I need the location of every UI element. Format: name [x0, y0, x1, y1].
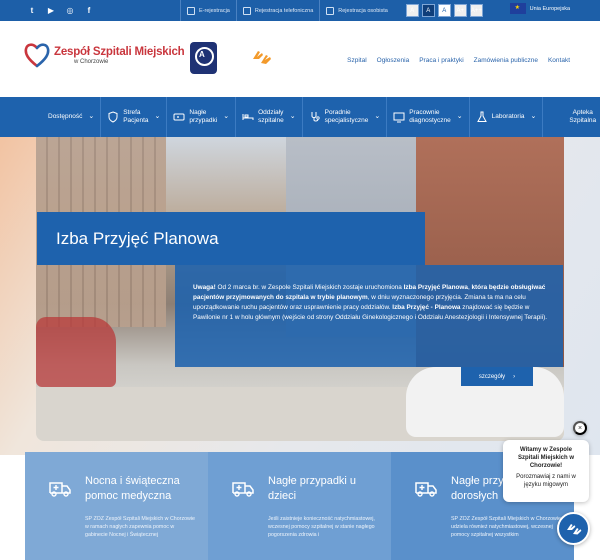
- menu-apteka[interactable]: Apteka Szpitalna: [542, 97, 600, 137]
- contrast-default-button[interactable]: A: [405, 4, 419, 17]
- hero-text: Uwaga! Od 2 marca br. w Zespole Szpitali…: [193, 283, 553, 323]
- card-title: Nagłe przypadki u dzieci: [268, 475, 357, 502]
- menu-nagle-przypadki[interactable]: Nagłe przypadki ⌄: [166, 97, 235, 137]
- header: Zespół Szpitali Miejskich w Chorzowie A …: [0, 21, 600, 97]
- chevron-down-icon: ⌄: [530, 113, 537, 121]
- site-logo[interactable]: Zespół Szpitali Miejskich w Chorzowie: [24, 41, 185, 69]
- eu-label: Unia Europejska: [529, 5, 570, 12]
- sign-language-icon: [566, 523, 581, 534]
- top-bar: t ▶ ◎ f E-rejestracja Rejestracja telefo…: [0, 0, 600, 21]
- personal-registration-label: Rejestracja osobista: [338, 7, 388, 14]
- e-registration-label: E-rejestracja: [199, 7, 230, 14]
- shield-icon: [108, 111, 118, 123]
- menu-oddzialy[interactable]: Oddziały szpitalne ⌄: [235, 97, 302, 137]
- sign-language-chat-button[interactable]: [557, 512, 590, 545]
- registration-links: E-rejestracja Rejestracja telefoniczna R…: [180, 0, 394, 21]
- hero-title: Izba Przyjęć Planowa: [37, 212, 425, 265]
- font-largest-button[interactable]: A++: [469, 4, 483, 17]
- social-links: t ▶ ◎ f: [0, 0, 180, 21]
- photo-car-left: [36, 317, 116, 387]
- youtube-icon[interactable]: ▶: [46, 6, 56, 16]
- card-body: Jeśli zaistnieje konieczność natychmiast…: [268, 516, 375, 539]
- heart-logo-icon: [24, 43, 50, 68]
- main-nav: Szpital Ogłoszenia Praca i praktyki Zamó…: [347, 57, 570, 64]
- chevron-down-icon: ⌄: [154, 113, 161, 121]
- hero-text-bold: Izba Przyjęć - Planowa: [392, 303, 461, 311]
- e-registration-link[interactable]: E-rejestracja: [180, 0, 236, 21]
- instagram-icon[interactable]: ◎: [65, 6, 75, 16]
- phone-registration-icon: [242, 6, 251, 15]
- menu-dostepnosc[interactable]: Dostępność ⌄: [0, 97, 100, 137]
- font-normal-button[interactable]: A: [437, 4, 451, 17]
- stethoscope-icon: [311, 112, 320, 122]
- menu-label: Poradnie specjalistyczne: [324, 108, 369, 124]
- logo-subtitle: w Chorzowie: [74, 58, 109, 65]
- menu-label: Oddziały szpitalne: [258, 108, 284, 124]
- ambulance-icon: [173, 113, 185, 121]
- details-label: szczegóły: [478, 373, 506, 380]
- accreditation-letter: A: [199, 50, 205, 59]
- chevron-down-icon: ⌄: [289, 113, 296, 121]
- hero-text-segment: Od 2 marca br. w Zespole Szpitali Miejsk…: [215, 284, 404, 291]
- font-larger-button[interactable]: A+: [453, 4, 467, 17]
- menu-label: Pracownie diagnostyczne: [409, 108, 451, 124]
- accreditation-badge-icon: A: [190, 42, 217, 74]
- logo-text: Zespół Szpitali Miejskich w Chorzowie: [54, 45, 185, 65]
- bed-icon: [242, 114, 254, 120]
- logo-title: Zespół Szpitali Miejskich: [54, 45, 185, 58]
- chevron-down-icon: ⌄: [88, 113, 95, 121]
- chat-title: Witamy w Zespole Szpitali Miejskich w Ch…: [517, 447, 574, 469]
- eu-flag-icon: [509, 3, 526, 14]
- menu-strefa-pacjenta[interactable]: Strefa Pacjenta ⌄: [100, 97, 166, 137]
- chat-close-button[interactable]: ×: [573, 421, 587, 435]
- monitor-icon: [393, 112, 405, 123]
- flask-icon: [476, 111, 487, 122]
- ambulance-icon: [232, 482, 254, 497]
- menu-pracownie[interactable]: Pracownie diagnostyczne ⌄: [386, 97, 468, 137]
- nav-zamowienia[interactable]: Zamówienia publiczne: [474, 57, 538, 64]
- card-body: SP ZOZ Zespół Szpitali Miejskich w Chorz…: [85, 516, 195, 539]
- card-title: Nocna i świąteczna pomoc medyczna: [85, 475, 180, 502]
- phone-registration-label: Rejestracja telefoniczna: [254, 7, 314, 14]
- details-button[interactable]: szczegóły ›: [461, 367, 533, 386]
- sign-language-icon[interactable]: [249, 45, 273, 69]
- twitter-icon[interactable]: t: [27, 6, 37, 16]
- font-size-controls: A A A A+ A++: [405, 4, 483, 17]
- nav-szpital[interactable]: Szpital: [347, 57, 367, 64]
- personal-registration-link[interactable]: Rejestracja osobista: [319, 0, 394, 21]
- personal-registration-icon: [326, 6, 335, 15]
- menu-poradnie[interactable]: Poradnie specjalistyczne ⌄: [301, 97, 387, 137]
- chevron-down-icon: ⌄: [456, 113, 463, 121]
- phone-registration-link[interactable]: Rejestracja telefoniczna: [235, 0, 319, 21]
- eu-badge[interactable]: Unia Europejska: [509, 3, 570, 14]
- nav-praca[interactable]: Praca i praktyki: [419, 57, 463, 64]
- main-menu: Dostępność ⌄ Strefa Pacjenta ⌄ Nagłe prz…: [0, 97, 600, 137]
- nav-kontakt[interactable]: Kontakt: [548, 57, 570, 64]
- card-body: SP ZOZ Zespół Szpitali Miejskich w Chorz…: [451, 516, 561, 539]
- facebook-icon[interactable]: f: [84, 6, 94, 16]
- menu-label: Strefa Pacjenta: [123, 108, 149, 124]
- chevron-down-icon: ⌄: [374, 113, 381, 121]
- contrast-high-button[interactable]: A: [421, 4, 435, 17]
- ambulance-icon: [49, 482, 71, 497]
- menu-label: Dostępność: [48, 112, 83, 120]
- card-nocna-pomoc[interactable]: Nocna i świąteczna pomoc medyczna SP ZOZ…: [25, 452, 208, 560]
- menu-label: Laboratoria: [491, 112, 525, 120]
- ambulance-icon: [415, 482, 437, 497]
- chat-subtitle: Porozmawiaj z nami w języku migowym: [516, 474, 576, 489]
- nav-ogloszenia[interactable]: Ogłoszenia: [377, 57, 410, 64]
- menu-laboratoria[interactable]: Laboratoria ⌄: [468, 97, 543, 137]
- menu-label: Nagłe przypadki: [189, 108, 218, 124]
- card-nagle-dzieci[interactable]: Nagłe przypadki u dzieci Jeśli zaistniej…: [208, 452, 391, 560]
- menu-label: Apteka Szpitalna: [569, 108, 597, 124]
- hero-text-bold: Uwaga!: [193, 284, 216, 291]
- hero-text-bold: Izba Przyjęć Planowa: [403, 284, 468, 291]
- e-registration-icon: [187, 6, 195, 15]
- hero-description: Uwaga! Od 2 marca br. w Zespole Szpitali…: [175, 265, 563, 367]
- chevron-right-icon: ›: [513, 373, 516, 380]
- chevron-down-icon: ⌄: [223, 113, 230, 121]
- chat-popup[interactable]: Witamy w Zespole Szpitali Miejskich w Ch…: [503, 440, 589, 502]
